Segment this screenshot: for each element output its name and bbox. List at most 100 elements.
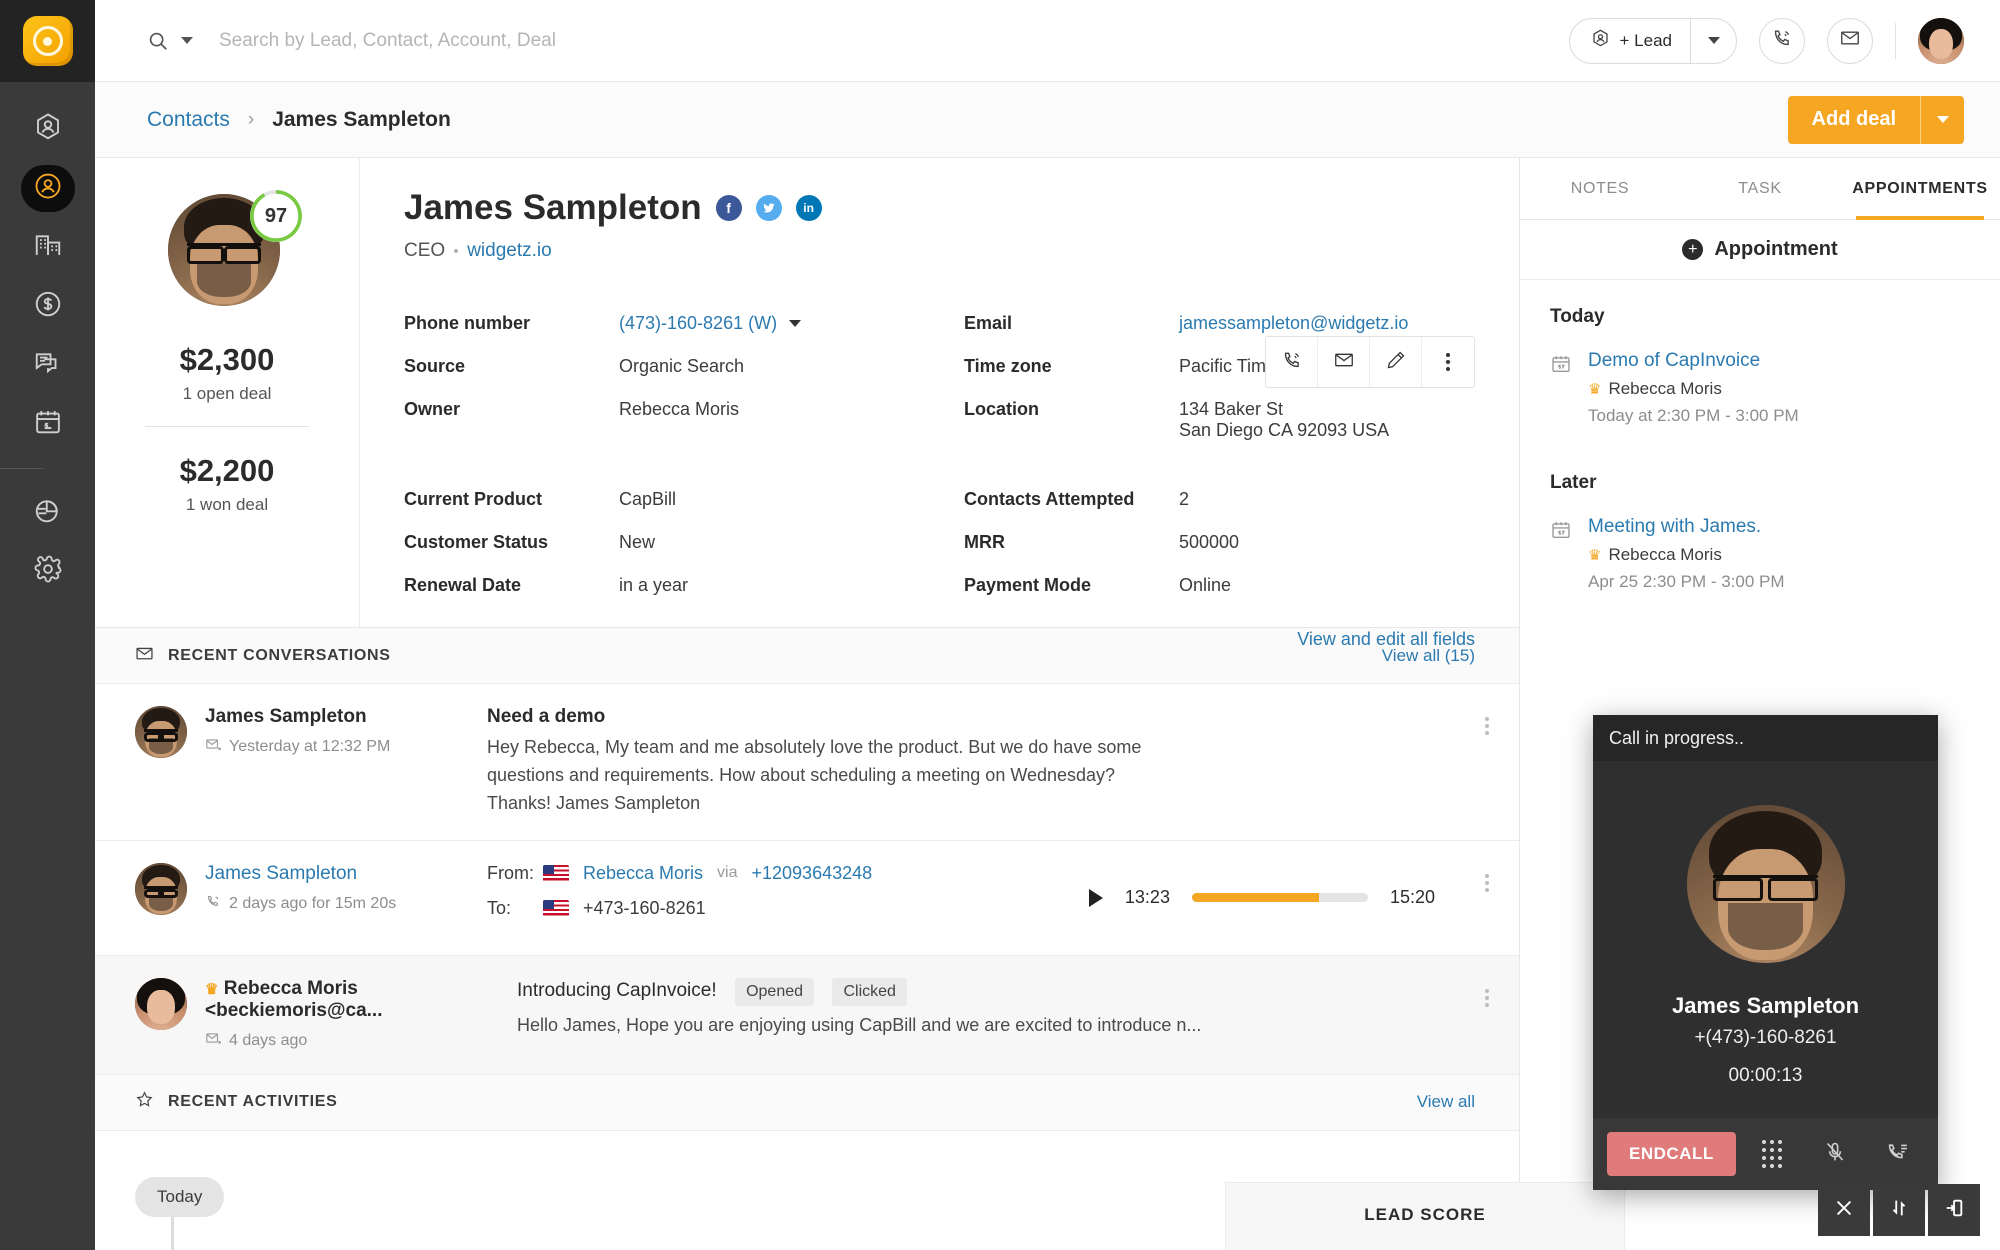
appointment-group-today: Today Demo of CapInvoice ♛ Rebecca Moris… xyxy=(1520,280,2000,426)
row-kebab-menu-icon[interactable] xyxy=(1485,871,1489,895)
conversation-sender[interactable]: James Sampleton xyxy=(205,863,477,885)
call-from-number[interactable]: +12093643248 xyxy=(752,863,873,884)
sidebar-item-reports[interactable] xyxy=(0,483,95,542)
appointment-time: Apr 25 2:30 PM - 3:00 PM xyxy=(1588,572,1785,592)
add-lead-button[interactable]: + Lead xyxy=(1569,18,1737,64)
breadcrumb-parent-link[interactable]: Contacts xyxy=(147,108,230,132)
add-appointment-button[interactable]: + Appointment xyxy=(1520,220,2000,280)
user-hexagon-icon xyxy=(33,112,63,147)
field-label: Renewal Date xyxy=(404,564,619,607)
row-kebab-menu-icon[interactable] xyxy=(1485,714,1489,738)
tab-appointments[interactable]: APPOINTMENTS xyxy=(1840,158,2000,219)
chat-icon xyxy=(33,348,63,383)
top-bar: + Lead xyxy=(95,0,2000,82)
sidebar-item-conversations[interactable] xyxy=(0,336,95,395)
appointment-title[interactable]: Meeting with James. xyxy=(1588,516,1785,538)
avatar xyxy=(1687,805,1845,963)
field-value-location: 134 Baker St San Diego CA 92093 USA xyxy=(1179,388,1475,452)
avatar[interactable] xyxy=(1918,18,1964,64)
phone-transfer-icon xyxy=(1886,1140,1910,1169)
phone-chevron-down-icon[interactable] xyxy=(789,320,801,327)
mute-button[interactable] xyxy=(1808,1132,1861,1176)
lead-score-card[interactable]: LEAD SCORE xyxy=(1225,1182,1625,1250)
add-appointment-label: Appointment xyxy=(1714,238,1837,261)
swap-widget-button[interactable] xyxy=(1873,1184,1925,1236)
plus-circle-icon: + xyxy=(1682,239,1703,260)
facebook-icon[interactable]: f xyxy=(716,195,742,221)
pencil-icon xyxy=(1385,349,1407,376)
activities-view-all-link[interactable]: View all xyxy=(1417,1092,1475,1112)
sidebar-item-accounts[interactable] xyxy=(0,218,95,277)
row-kebab-menu-icon[interactable] xyxy=(1485,986,1489,1010)
linkedin-icon[interactable]: in xyxy=(796,195,822,221)
call-quick-button[interactable] xyxy=(1759,18,1805,64)
status-badge: 97 xyxy=(250,190,302,242)
edit-button[interactable] xyxy=(1370,337,1422,387)
won-deal-amount: $2,200 xyxy=(180,453,275,489)
rail-divider xyxy=(0,468,44,469)
contact-detail-column: 97 $2,300 1 open deal $2,200 1 won deal … xyxy=(95,158,1520,1250)
subtitle-dot xyxy=(454,249,458,253)
popout-widget-button[interactable] xyxy=(1928,1184,1980,1236)
tab-notes[interactable]: NOTES xyxy=(1520,158,1680,219)
list-item[interactable]: Meeting with James. ♛ Rebecca Moris Apr … xyxy=(1550,516,1970,592)
header-divider xyxy=(1895,23,1896,59)
appointment-owner: ♛ Rebecca Moris xyxy=(1588,545,1785,565)
field-value-phone[interactable]: (473)-160-8261 (W) xyxy=(619,302,964,345)
search-scope-chevron-down-icon[interactable] xyxy=(181,37,193,44)
field-value-owner: Rebecca Moris xyxy=(619,388,964,452)
company-link[interactable]: widgetz.io xyxy=(467,240,552,262)
conversation-preview: Hey Rebecca, My team and me absolutely l… xyxy=(487,734,1177,818)
field-label: Source xyxy=(404,345,619,388)
right-panel-tabs: NOTES TASK APPOINTMENTS xyxy=(1520,158,2000,220)
dialpad-button[interactable] xyxy=(1746,1132,1799,1176)
call-button[interactable] xyxy=(1266,337,1318,387)
email-quick-button[interactable] xyxy=(1827,18,1873,64)
sidebar-item-settings[interactable] xyxy=(0,542,95,601)
avatar xyxy=(135,978,187,1030)
job-title: CEO xyxy=(404,240,445,262)
contact-subtitle: CEO widgetz.io xyxy=(404,240,1475,262)
call-from-name[interactable]: Rebecca Moris xyxy=(583,863,703,884)
twitter-icon[interactable] xyxy=(756,195,782,221)
app-logo[interactable] xyxy=(0,0,95,82)
close-widget-button[interactable] xyxy=(1818,1184,1870,1236)
conversations-view-all-link[interactable]: View all (15) xyxy=(1382,646,1475,666)
appointment-title[interactable]: Demo of CapInvoice xyxy=(1588,350,1799,372)
list-item[interactable]: Demo of CapInvoice ♛ Rebecca Moris Today… xyxy=(1550,350,1970,426)
add-deal-button[interactable]: Add deal xyxy=(1788,96,1964,144)
add-deal-chevron-down-icon[interactable] xyxy=(1920,96,1964,144)
email-button[interactable] xyxy=(1318,337,1370,387)
add-lead-chevron-down-icon[interactable] xyxy=(1690,18,1736,64)
conversation-row-call[interactable]: James Sampleton 2 days ago for 15m 20s F… xyxy=(95,841,1519,956)
avatar xyxy=(135,863,187,915)
conversation-subject-row: Introducing CapInvoice! Opened Clicked xyxy=(517,978,1475,1006)
star-icon xyxy=(135,1090,154,1114)
playback-progress-bar[interactable] xyxy=(1192,893,1368,902)
call-timer: 00:00:13 xyxy=(1729,1065,1803,1087)
conversation-row-email-out[interactable]: ♛ Rebecca Moris <beckiemoris@ca... 4 day… xyxy=(95,956,1519,1075)
play-icon[interactable] xyxy=(1089,889,1103,907)
sidebar-item-deals[interactable] xyxy=(0,277,95,336)
appointment-group-later: Later Meeting with James. ♛ Rebecca Mori… xyxy=(1520,436,2000,592)
field-value-renewal-date: in a year xyxy=(619,564,964,607)
search-input[interactable] xyxy=(219,30,919,52)
view-and-edit-all-fields-link[interactable]: View and edit all fields xyxy=(404,607,1475,650)
search-icon[interactable] xyxy=(147,30,169,52)
appointment-group-title: Today xyxy=(1550,306,1970,328)
breadcrumb-separator: › xyxy=(248,109,254,131)
call-recording-player: 13:23 15:20 xyxy=(1089,887,1475,908)
field-value-mrr: 500000 xyxy=(1179,521,1475,564)
call-status-text: Call in progress.. xyxy=(1609,728,1744,749)
transfer-button[interactable] xyxy=(1871,1132,1924,1176)
contact-fields: James Sampleton f in CEO widgetz.io xyxy=(360,158,1519,627)
sidebar-item-contacts[interactable] xyxy=(0,159,95,218)
tab-task[interactable]: TASK xyxy=(1680,158,1840,219)
more-button[interactable] xyxy=(1422,337,1474,387)
breadcrumb: Contacts › James Sampleton xyxy=(147,108,451,132)
open-deal-amount: $2,300 xyxy=(180,342,275,378)
end-call-button[interactable]: ENDCALL xyxy=(1607,1132,1736,1176)
sidebar-item-leads[interactable] xyxy=(0,100,95,159)
sidebar-item-calendar[interactable] xyxy=(0,395,95,454)
conversation-row-email[interactable]: James Sampleton Yesterday at 12:32 PM Ne… xyxy=(95,684,1519,841)
